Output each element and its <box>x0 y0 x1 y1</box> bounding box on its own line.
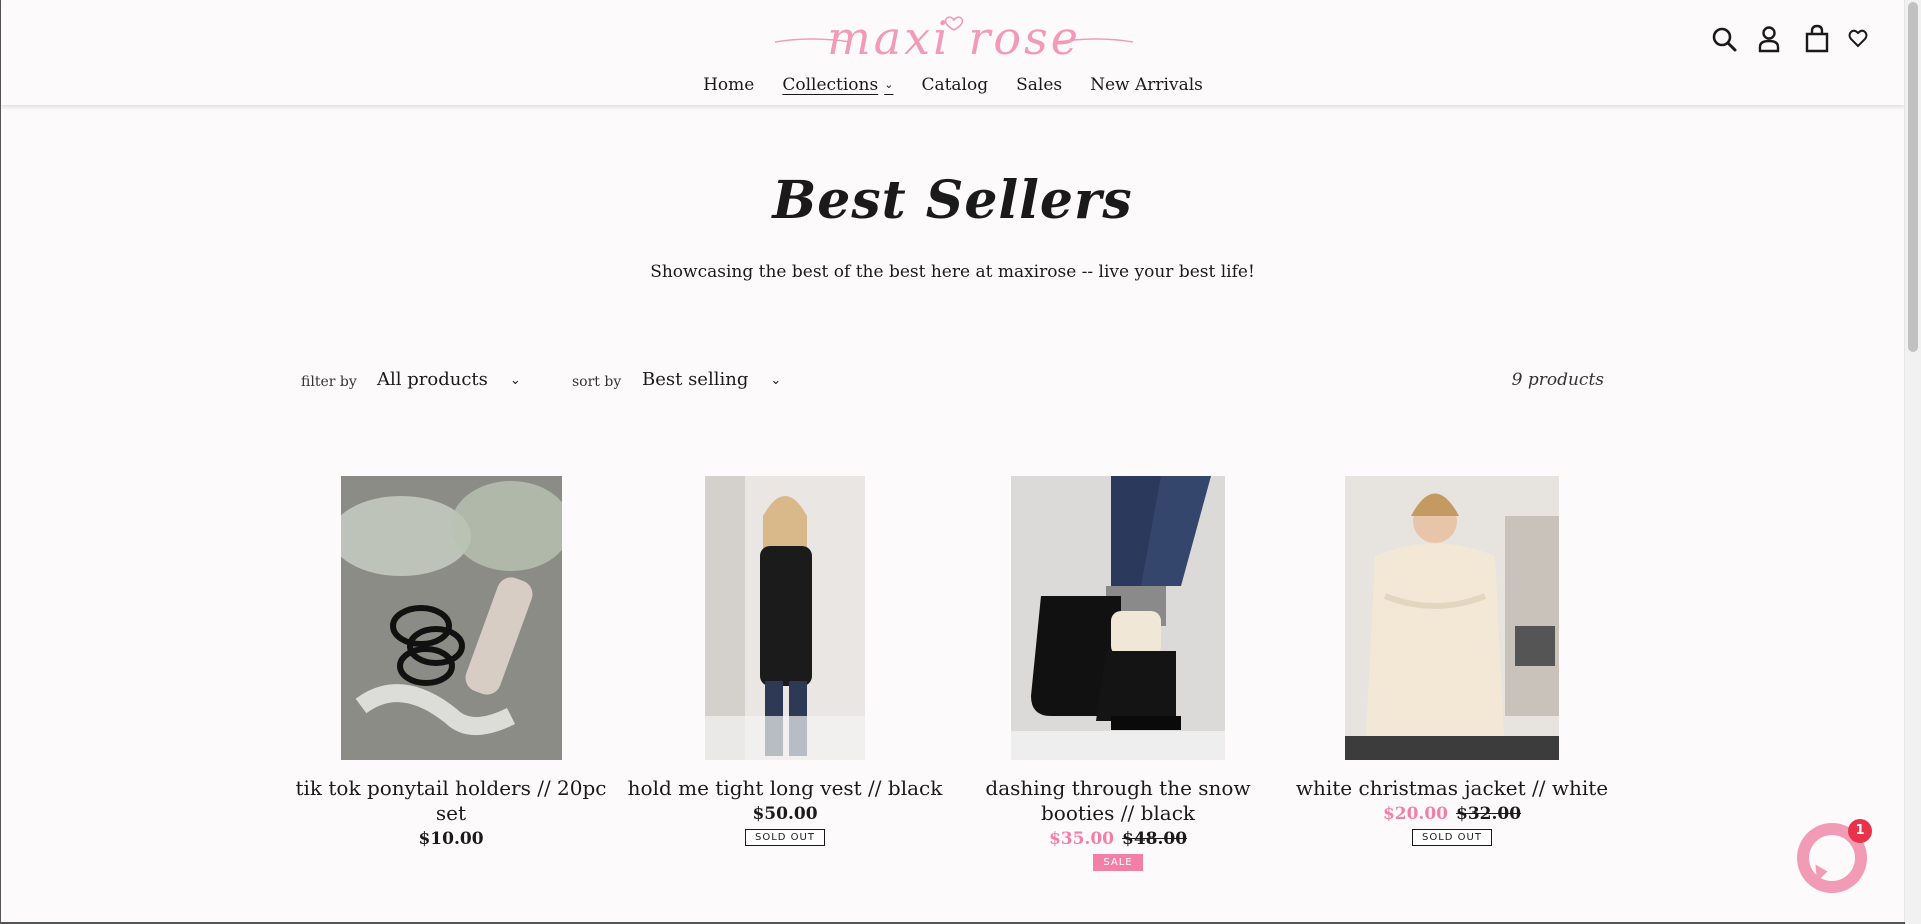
page-subtitle: Showcasing the best of the best here at … <box>650 262 1255 282</box>
sort-select[interactable]: Best selling ⌄ <box>642 368 781 393</box>
compare-price: $48.00 <box>1122 829 1188 849</box>
nav-home[interactable]: Home <box>703 70 754 100</box>
chevron-down-icon: ⌄ <box>509 373 521 388</box>
product-image[interactable] <box>340 476 562 760</box>
filter-select[interactable]: All products ⌄ <box>377 368 521 393</box>
product-price: $35.00 $48.00 <box>958 829 1278 849</box>
window-border-left <box>0 0 1 924</box>
product-price: $10.00 <box>418 829 484 849</box>
heart-icon[interactable] <box>1845 22 1871 56</box>
cart-icon[interactable] <box>1801 22 1833 56</box>
product-card[interactable]: tik tok ponytail holders // 20pc set $10… <box>291 476 611 849</box>
sort-select-value: Best selling <box>642 369 749 390</box>
product-card[interactable]: dashing through the snow booties // blac… <box>958 476 1278 871</box>
logo-text: maxi rose <box>827 11 1081 65</box>
site-logo[interactable]: maxi rose <box>771 8 1137 68</box>
scrollbar[interactable] <box>1904 0 1921 924</box>
sold-out-badge: SOLD OUT <box>745 829 825 846</box>
product-card[interactable]: hold me tight long vest // black $50.00 … <box>625 476 945 846</box>
sale-price: $20.00 <box>1382 804 1448 824</box>
filter-label: filter by <box>301 374 357 390</box>
scrollbar-thumb[interactable] <box>1908 2 1918 352</box>
account-icon[interactable] <box>1753 22 1785 56</box>
chat-unread-badge: 1 <box>1848 819 1872 843</box>
nav-catalog[interactable]: Catalog <box>921 70 988 100</box>
sold-out-badge: SOLD OUT <box>1412 829 1492 846</box>
product-card[interactable]: white christmas jacket // white $20.00 $3… <box>1292 476 1612 846</box>
product-photo <box>1011 476 1225 760</box>
product-photo <box>340 476 562 760</box>
filter-bar: filter by All products ⌄ sort by Best sel… <box>301 368 1604 404</box>
main-nav: Home Collections ⌄ Catalog Sales New Arri… <box>1 70 1905 100</box>
sort-label: sort by <box>572 374 622 390</box>
product-title[interactable]: hold me tight long vest // black <box>625 776 945 801</box>
product-photo <box>705 476 865 760</box>
sale-price: $35.00 <box>1048 829 1114 849</box>
nav-collections[interactable]: Collections ⌄ <box>782 70 893 100</box>
product-image[interactable] <box>705 476 865 760</box>
nav-new-arrivals[interactable]: New Arrivals <box>1090 70 1203 100</box>
filter-select-value: All products <box>377 369 488 390</box>
sale-badge: SALE <box>1093 854 1143 871</box>
product-photo <box>1345 476 1559 760</box>
search-icon[interactable] <box>1709 22 1741 56</box>
page-title: Best Sellers <box>772 170 1133 231</box>
product-image[interactable] <box>1011 476 1225 760</box>
product-count: 9 products <box>1511 370 1604 390</box>
product-title[interactable]: tik tok ponytail holders // 20pc set <box>291 776 611 826</box>
product-image[interactable] <box>1345 476 1559 760</box>
product-price: $20.00 $32.00 <box>1292 804 1612 824</box>
product-title[interactable]: dashing through the snow booties // blac… <box>958 776 1278 826</box>
compare-price: $32.00 <box>1456 804 1522 824</box>
product-title[interactable]: white christmas jacket // white <box>1292 776 1612 801</box>
chevron-down-icon: ⌄ <box>770 373 782 388</box>
chevron-down-icon: ⌄ <box>884 78 894 91</box>
nav-collections-label: Collections <box>782 75 879 95</box>
nav-sales[interactable]: Sales <box>1016 70 1062 100</box>
product-price: $50.00 <box>752 804 818 824</box>
site-header: maxi rose Home Collections ⌄ Catalog Sale… <box>1 0 1905 105</box>
header-icons <box>1705 22 1905 58</box>
